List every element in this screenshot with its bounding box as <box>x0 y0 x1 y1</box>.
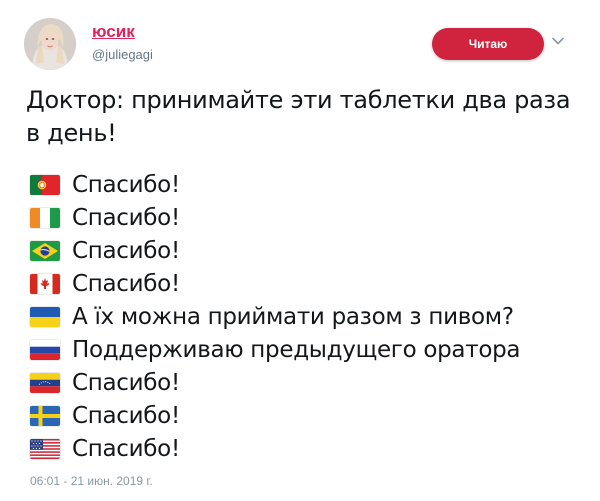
list-item: Спасибо! <box>30 203 180 233</box>
russia-flag-icon <box>30 340 60 360</box>
line-text: Спасибо! <box>72 205 180 231</box>
brazil-flag-icon <box>30 241 60 261</box>
avatar-image <box>24 18 76 70</box>
ukraine-flag-icon <box>30 307 60 327</box>
line-text: Поддерживаю предыдущего оратора <box>72 337 521 363</box>
display-name[interactable]: юсик <box>92 22 135 42</box>
venezuela-flag-icon <box>30 373 60 393</box>
list-item: Спасибо! <box>30 368 180 398</box>
list-item: А їх можна приймати разом з пивом? <box>30 302 514 332</box>
following-button[interactable]: Читаю <box>432 28 544 60</box>
usa-flag-icon <box>30 439 60 459</box>
list-item: Спасибо! <box>30 401 180 431</box>
list-item: Поддерживаю предыдущего оратора <box>30 335 520 365</box>
line-text: Спасибо! <box>72 370 180 396</box>
line-text: Спасибо! <box>72 403 180 429</box>
line-text: Спасибо! <box>72 172 180 198</box>
user-handle[interactable]: @juliegagi <box>92 47 153 62</box>
tweet-header: юсик @juliegagi Читаю <box>0 0 600 80</box>
list-item: Спасибо! <box>30 434 180 464</box>
line-text: А їх можна приймати разом з пивом? <box>72 304 514 330</box>
avatar[interactable] <box>24 18 76 70</box>
line-text: Спасибо! <box>72 271 180 297</box>
line-text: Спасибо! <box>72 238 180 264</box>
list-item: Спасибо! <box>30 236 180 266</box>
ivory-coast-flag-icon <box>30 208 60 228</box>
line-text: Спасибо! <box>72 436 180 462</box>
list-item: Спасибо! <box>30 170 180 200</box>
portugal-flag-icon <box>30 175 60 195</box>
canada-flag-icon <box>30 274 60 294</box>
list-item: Спасибо! <box>30 269 180 299</box>
tweet-timestamp[interactable]: 06:01 - 21 июн. 2019 г. <box>30 474 153 488</box>
sweden-flag-icon <box>30 406 60 426</box>
tweet-text: Доктор: принимайте эти таблетки два раза… <box>26 86 571 147</box>
chevron-down-icon[interactable] <box>551 34 565 48</box>
